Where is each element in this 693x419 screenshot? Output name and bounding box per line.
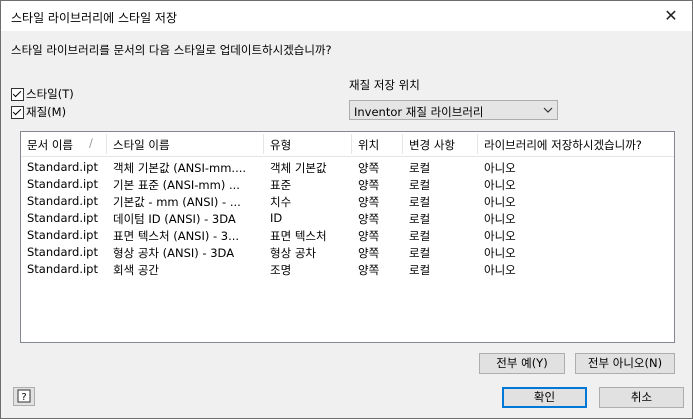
- table-row[interactable]: Standard.ipt 데이텀 ID (ANSI) - 3DA ID 양쪽 로컬 아니오: [21, 211, 674, 228]
- cell-changes: 로컬: [409, 161, 431, 175]
- cell-type: 치수: [270, 195, 292, 209]
- table-row[interactable]: Standard.ipt 기본값 - mm (ANSI) - ... 치수 양쪽 로컬 아…: [21, 194, 674, 211]
- cell-document-name: Standard.ipt: [27, 194, 98, 208]
- dialog-window: 스타일 라이브러리에 스타일 저장 ✕ 스타일 라이브러리를 문서의 다음 스타…: [0, 0, 693, 419]
- cell-style-name: 표면 텍스처 (ANSI) - 3...: [113, 229, 240, 243]
- table-row[interactable]: Standard.ipt 기본 표준 (ANSI-mm) ... 표준 양쪽 로컬 아니오: [21, 177, 674, 194]
- cell-style-name: 객체 기본값 (ANSI-mm....: [113, 161, 247, 175]
- table-row[interactable]: Standard.ipt 형상 공차 (ANSI) - 3DA 형상 공차 양쪽 로컬 아…: [21, 245, 674, 262]
- cell-type: ID: [270, 211, 283, 225]
- ok-button[interactable]: 확인: [502, 387, 587, 408]
- cell-location: 양쪽: [358, 263, 380, 277]
- material-location-label: 재질 저장 위치: [349, 78, 420, 92]
- cell-document-name: Standard.ipt: [27, 177, 98, 191]
- material-location-value: Inventor 재질 라이브러리: [354, 105, 484, 119]
- cell-save-to-library: 아니오: [484, 212, 516, 226]
- cell-save-to-library: 아니오: [484, 161, 516, 175]
- styles-checkbox[interactable]: [11, 87, 24, 101]
- cell-document-name: Standard.ipt: [27, 211, 98, 225]
- help-icon: ?: [17, 389, 31, 403]
- col-header-save-to-library[interactable]: 라이브러리에 저장하시겠습니까?: [484, 137, 642, 153]
- styles-checkbox-label: 스타일(T): [26, 87, 74, 101]
- all-yes-button[interactable]: 전부 예(Y): [479, 353, 565, 374]
- cell-location: 양쪽: [358, 178, 380, 192]
- col-header-location[interactable]: 위치: [358, 137, 379, 153]
- cancel-button[interactable]: 취소: [599, 387, 684, 408]
- cell-location: 양쪽: [358, 246, 380, 260]
- cell-type: 표준: [270, 178, 292, 192]
- help-button[interactable]: ?: [13, 387, 35, 406]
- close-icon[interactable]: ✕: [658, 4, 684, 28]
- help-glyph: ?: [21, 392, 26, 403]
- chevron-down-icon: [543, 107, 553, 113]
- cell-location: 양쪽: [358, 212, 380, 226]
- sort-indicator-icon: /: [89, 136, 93, 150]
- column-separator[interactable]: [351, 134, 352, 154]
- table-row[interactable]: Standard.ipt 객체 기본값 (ANSI-mm.... 객체 기본값 양쪽 로…: [21, 160, 674, 177]
- cell-style-name: 형상 공차 (ANSI) - 3DA: [113, 246, 235, 260]
- material-location-dropdown[interactable]: Inventor 재질 라이브러리: [349, 100, 558, 120]
- cell-document-name: Standard.ipt: [27, 262, 98, 276]
- styles-checkbox-row[interactable]: 스타일(T): [11, 86, 74, 102]
- column-separator[interactable]: [106, 134, 107, 154]
- table-row[interactable]: Standard.ipt 회색 공간 조명 양쪽 로컬 아니오: [21, 262, 674, 279]
- materials-checkbox-label: 재질(M): [26, 105, 67, 119]
- cell-type: 표면 텍스처: [270, 229, 327, 243]
- cell-style-name: 데이텀 ID (ANSI) - 3DA: [113, 212, 236, 226]
- table-row[interactable]: Standard.ipt 표면 텍스처 (ANSI) - 3... 표면 텍스처 양쪽…: [21, 228, 674, 245]
- cell-style-name: 기본값 - mm (ANSI) - ...: [113, 195, 241, 209]
- col-header-style-name[interactable]: 스타일 이름: [113, 137, 170, 153]
- cell-location: 양쪽: [358, 229, 380, 243]
- table-header: 문서 이름 / 스타일 이름 유형 위치 변경 사항 라이브러리에 저장하시겠습…: [21, 132, 674, 157]
- col-header-type[interactable]: 유형: [270, 137, 291, 153]
- cell-save-to-library: 아니오: [484, 178, 516, 192]
- cell-document-name: Standard.ipt: [27, 228, 98, 242]
- cell-style-name: 회색 공간: [113, 263, 159, 277]
- col-header-document-name[interactable]: 문서 이름: [27, 137, 73, 153]
- all-no-button[interactable]: 전부 아니오(N): [575, 353, 675, 374]
- cell-location: 양쪽: [358, 195, 380, 209]
- cell-changes: 로컬: [409, 212, 431, 226]
- cell-save-to-library: 아니오: [484, 195, 516, 209]
- cell-type: 조명: [270, 263, 292, 277]
- cell-save-to-library: 아니오: [484, 263, 516, 277]
- materials-checkbox-row[interactable]: 재질(M): [11, 104, 66, 120]
- cell-location: 양쪽: [358, 161, 380, 175]
- column-separator[interactable]: [263, 134, 264, 154]
- cell-changes: 로컬: [409, 246, 431, 260]
- column-separator[interactable]: [402, 134, 403, 154]
- styles-table: 문서 이름 / 스타일 이름 유형 위치 변경 사항 라이브러리에 저장하시겠습…: [20, 131, 675, 343]
- cell-save-to-library: 아니오: [484, 229, 516, 243]
- cell-style-name: 기본 표준 (ANSI-mm) ...: [113, 178, 240, 192]
- cell-type: 형상 공차: [270, 246, 316, 260]
- cell-changes: 로컬: [409, 263, 431, 277]
- cell-type: 객체 기본값: [270, 161, 327, 175]
- prompt-text: 스타일 라이브러리를 문서의 다음 스타일로 업데이트하시겠습니까?: [11, 43, 332, 57]
- title-bar: 스타일 라이브러리에 스타일 저장 ✕: [1, 1, 692, 31]
- cell-save-to-library: 아니오: [484, 246, 516, 260]
- cell-document-name: Standard.ipt: [27, 160, 98, 174]
- materials-checkbox[interactable]: [11, 105, 24, 119]
- cell-changes: 로컬: [409, 195, 431, 209]
- cell-changes: 로컬: [409, 229, 431, 243]
- cell-document-name: Standard.ipt: [27, 245, 98, 259]
- col-header-changes[interactable]: 변경 사항: [409, 137, 455, 153]
- column-separator[interactable]: [477, 134, 478, 154]
- cell-changes: 로컬: [409, 178, 431, 192]
- dialog-title: 스타일 라이브러리에 스타일 저장: [11, 11, 178, 25]
